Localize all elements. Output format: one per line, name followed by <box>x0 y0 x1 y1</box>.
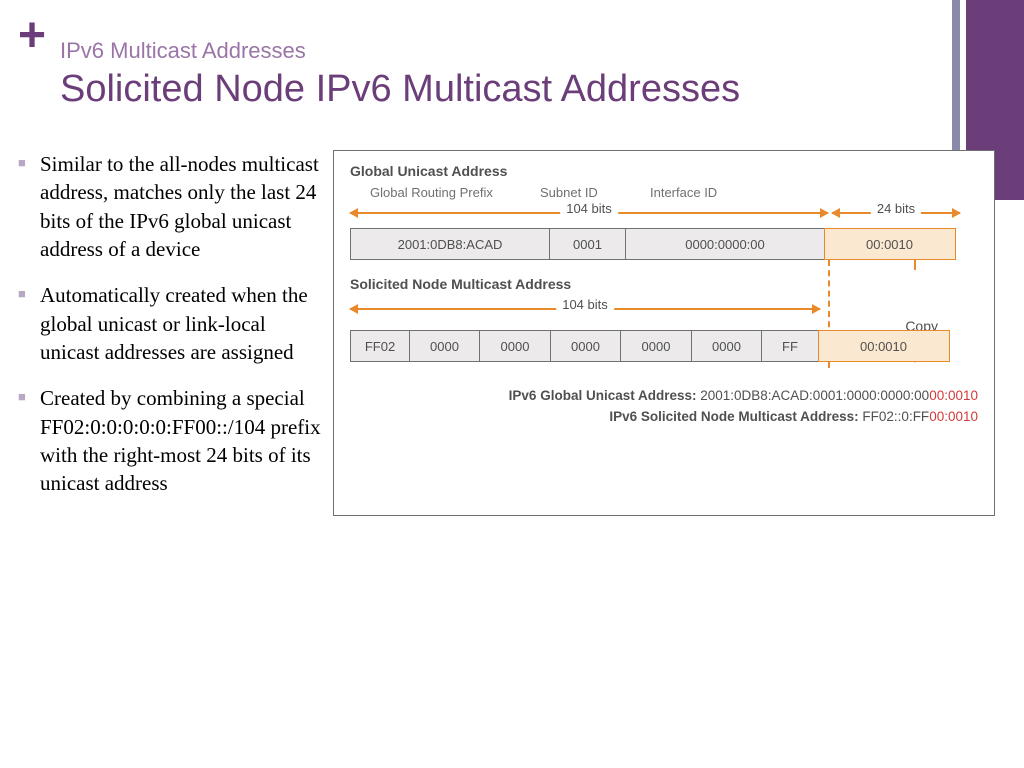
cell: 2001:0DB8:ACAD <box>350 228 550 260</box>
slide-header: IPv6 Multicast Addresses Solicited Node … <box>60 38 740 111</box>
cell: 0000 <box>620 330 692 362</box>
bullet-list: Similar to the all-nodes multicast addre… <box>18 150 333 516</box>
cell: FF <box>761 330 819 362</box>
footer-value-red: 00:0010 <box>929 388 978 403</box>
arrow-label: 104 bits <box>556 297 614 312</box>
cell: 0000 <box>479 330 551 362</box>
cell: FF02 <box>350 330 410 362</box>
bullet-item: Created by combining a special FF02:0:0:… <box>18 384 323 497</box>
address-cells: 2001:0DB8:ACAD 0001 0000:0000:00 00:0010 <box>350 228 978 260</box>
slide-content: Similar to the all-nodes multicast addre… <box>18 150 1008 516</box>
address-diagram: Global Unicast Address Global Routing Pr… <box>333 150 995 516</box>
sublabel: Interface ID <box>650 185 780 200</box>
cell-highlight: 00:0010 <box>818 330 950 362</box>
diagram-section-title: Global Unicast Address <box>350 163 978 179</box>
cell: 0000 <box>409 330 481 362</box>
footer-value: 2001:0DB8:ACAD:0001:0000:0000:00 <box>700 388 929 403</box>
cell: 0000 <box>550 330 622 362</box>
bullet-item: Automatically created when the global un… <box>18 281 323 366</box>
arrow-label: 24 bits <box>871 201 921 216</box>
cell: 0000 <box>691 330 763 362</box>
bullet-item: Similar to the all-nodes multicast addre… <box>18 150 323 263</box>
footer-label: IPv6 Global Unicast Address: <box>509 388 697 403</box>
plus-icon: + <box>18 12 46 60</box>
sublabel: Subnet ID <box>540 185 650 200</box>
footer-value-red: 00:0010 <box>929 409 978 424</box>
cell: 0000:0000:00 <box>625 228 825 260</box>
copy-group: Copy Solicited Node Multicast Address 10… <box>350 260 978 330</box>
cell-highlight: 00:0010 <box>824 228 956 260</box>
diagram-section-title: Solicited Node Multicast Address <box>350 276 820 292</box>
sublabel: Global Routing Prefix <box>370 185 540 200</box>
footer-label: IPv6 Solicited Node Multicast Address: <box>609 409 858 424</box>
footer-value: FF02::0:FF <box>862 409 929 424</box>
diagram-sublabels: Global Routing Prefix Subnet ID Interfac… <box>370 185 978 200</box>
diagram-footer: IPv6 Global Unicast Address: 2001:0DB8:A… <box>350 388 978 424</box>
cell: 0001 <box>549 228 627 260</box>
slide-title: Solicited Node IPv6 Multicast Addresses <box>60 68 740 111</box>
eyebrow-text: IPv6 Multicast Addresses <box>60 38 740 64</box>
arrow-label: 104 bits <box>560 201 618 216</box>
address-cells: FF02 0000 0000 0000 0000 0000 FF 00:0010 <box>350 330 978 362</box>
